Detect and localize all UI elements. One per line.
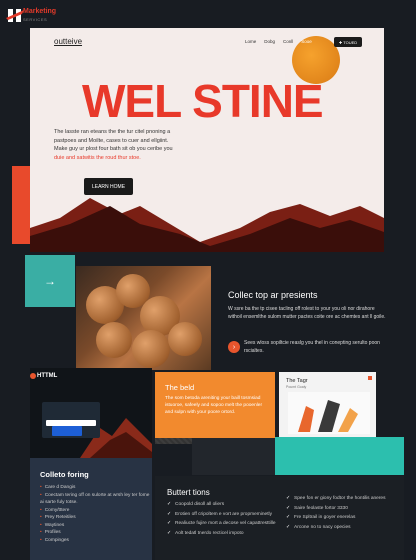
feature-text: W ssre ba the tp cisee tacling off roles… <box>228 306 386 320</box>
check-item: Arcone no to nacy opecies <box>286 523 396 533</box>
learn-more-button[interactable]: LEARN HOME <box>84 178 133 195</box>
list-item[interactable]: Profiles <box>40 529 150 537</box>
product-illustration <box>288 392 370 434</box>
brand-logo: Marketing SERVICES <box>6 6 66 24</box>
check-item: Fre Spltrail in goyer enerelas <box>286 513 396 523</box>
list-item[interactable]: Waytines <box>40 522 150 530</box>
checklist-column-2: Spee fon er giony fodtor the hontilis an… <box>286 494 396 532</box>
feature-arrow-icon[interactable]: › <box>228 341 240 353</box>
nav-item-more[interactable]: Sooe <box>301 39 312 44</box>
pattern-block <box>155 438 192 475</box>
nav-item-contact[interactable]: Conll <box>283 39 293 44</box>
hero-copy-line: duie and satwitis the roud thur stoe. <box>54 154 141 161</box>
dashboard-logo: HTTML <box>37 373 58 379</box>
orange-card-text: The som betoda areniting your baill tosm… <box>165 396 263 415</box>
check-item: Erotien off cripoltem e vort are propmem… <box>167 510 287 520</box>
dashboard-logo-icon <box>30 373 36 379</box>
next-arrow-button[interactable]: → <box>25 255 75 307</box>
list-item[interactable]: Comy/tttere <box>40 507 150 515</box>
accent-bar <box>12 166 30 244</box>
close-icon[interactable] <box>368 376 372 380</box>
checklist-title: Buttert tions <box>167 488 210 497</box>
logo-subtitle: SERVICES <box>23 17 48 22</box>
orange-card-title: The beld <box>165 383 195 392</box>
hero-headline: WEL STINE <box>82 75 324 127</box>
nav-item-blog[interactable]: Dobg <box>264 39 275 44</box>
product-card-subtitle: Poumt Goaly <box>286 385 307 389</box>
hero-copy-line: pastpoes and Moilte, cases to cuer and e… <box>54 137 169 144</box>
list-item[interactable]: Prey Reteitiles <box>40 514 150 522</box>
checklist-column-1: Coopold disoll all oliers Erotien off cr… <box>167 500 287 538</box>
check-item: Saire feolaste fortor 3330 <box>286 504 396 514</box>
list-panel-title: Colleto foring <box>40 470 89 479</box>
check-item: Spee fon er giony fodtor the hontilis an… <box>286 494 396 504</box>
logo-mark-icon <box>6 9 24 22</box>
food-photo <box>76 266 211 370</box>
hero-copy-line: Make guy ur plost four bath sit ob you c… <box>54 146 173 152</box>
check-item: Aolt tedatl tnerdo recticel impoto <box>167 529 287 539</box>
logo-title: Marketing <box>23 8 57 15</box>
teal-band <box>275 437 404 475</box>
hero-copy-line: The lasste ran eteans the the tur citel … <box>54 129 171 135</box>
list-item[interactable]: Compinges <box>40 537 150 545</box>
feature-note: Sees wloss sopiltcie reaslg you thel in … <box>244 340 380 354</box>
list-item[interactable]: Coectam tering off on sulorte at wrsh le… <box>40 492 150 507</box>
top-nav: Lome Dobg Conll Sooe <box>245 39 312 44</box>
sign-in-button[interactable]: ✚ TOUED <box>334 37 362 47</box>
site-brand[interactable]: outteive <box>54 37 82 46</box>
product-card-title: The Tagr <box>286 378 308 384</box>
dashboard-button[interactable] <box>52 426 82 436</box>
dark-band <box>192 438 275 475</box>
nav-item-home[interactable]: Lome <box>245 39 256 44</box>
feature-title: Collec top ar presients <box>228 290 318 300</box>
arrow-right-icon: → <box>44 274 56 288</box>
list-item[interactable]: Care d Dangis <box>40 484 150 492</box>
check-item: Coopold disoll all oliers <box>167 500 287 510</box>
list-panel-items: Care d Dangis Coectam tering off on sulo… <box>40 484 150 544</box>
check-item: Realiucte fujire mort a decose vel capat… <box>167 519 287 529</box>
hero-copy: The lasste ran eteans the the tur citel … <box>54 128 254 162</box>
